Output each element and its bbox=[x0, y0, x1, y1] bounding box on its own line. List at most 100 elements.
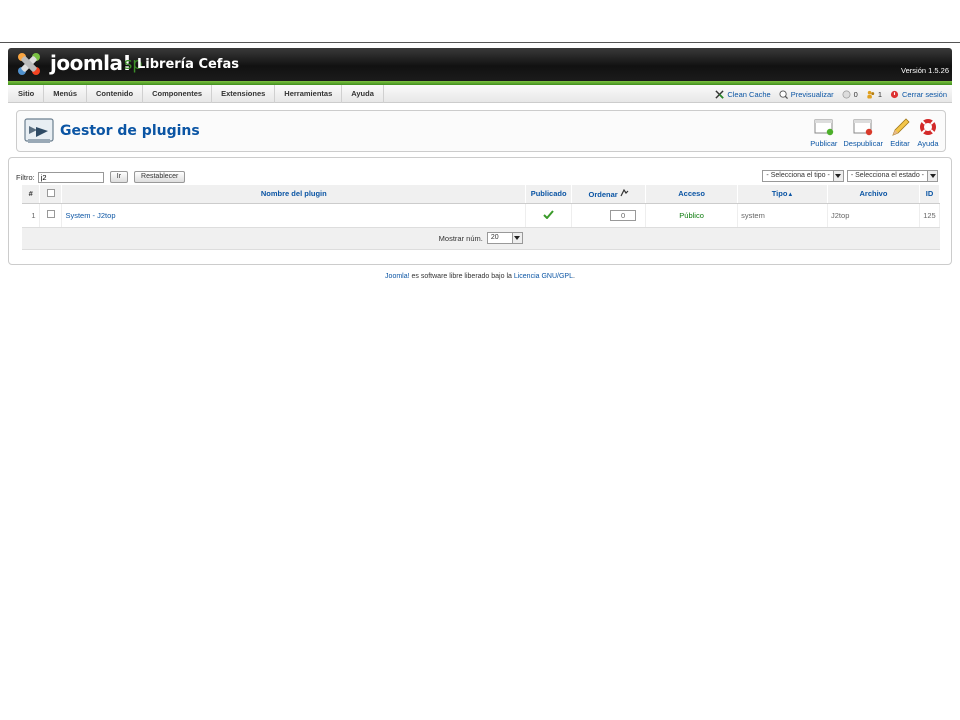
save-order-icon[interactable] bbox=[620, 188, 629, 197]
row-published-cell bbox=[525, 203, 573, 228]
reset-button[interactable]: Restablecer bbox=[134, 171, 186, 183]
type-select-value: - Selecciona el tipo - bbox=[766, 172, 830, 179]
lifebuoy-icon bbox=[920, 119, 936, 135]
admin-header: joomla! sp Librería Cefas Versión 1.5.26 bbox=[8, 48, 952, 85]
help-label: Ayuda bbox=[917, 139, 939, 148]
logout-link[interactable]: Cerrar sesión bbox=[890, 90, 947, 99]
clean-cache-label: Clean Cache bbox=[727, 89, 771, 99]
page-title: Gestor de plugins bbox=[60, 123, 200, 139]
toolbar-box: Gestor de plugins Publicar Despublicar E… bbox=[16, 110, 946, 152]
order-input[interactable]: 0 bbox=[610, 209, 637, 221]
header-order-label: Ordenar bbox=[588, 189, 618, 199]
unpublish-icon bbox=[853, 119, 873, 136]
publish-icon bbox=[814, 119, 834, 136]
filter-label: Filtro: bbox=[16, 172, 35, 182]
table-row: 1 System - J2top 0 Público system J2top … bbox=[22, 203, 941, 228]
menu-item-sitio[interactable]: Sitio bbox=[8, 85, 45, 103]
published-check-icon[interactable] bbox=[543, 209, 554, 219]
messages-icon bbox=[842, 90, 851, 98]
row-name-cell: System - J2top bbox=[61, 203, 527, 228]
top-rule bbox=[0, 42, 960, 43]
menu-item-ayuda[interactable]: Ayuda bbox=[342, 85, 384, 103]
pager-select[interactable]: 20 bbox=[486, 232, 523, 244]
unpublish-label: Despublicar bbox=[843, 139, 883, 148]
broom-icon bbox=[715, 89, 725, 99]
menu-item-extensiones[interactable]: Extensiones bbox=[212, 85, 276, 103]
publish-button[interactable]: Publicar bbox=[807, 117, 840, 148]
help-button[interactable]: Ayuda bbox=[914, 117, 942, 148]
main-menu: Sitio Menús Contenido Componentes Extens… bbox=[8, 85, 384, 103]
menu-item-menus[interactable]: Menús bbox=[44, 85, 88, 103]
main-menu-bar: Sitio Menús Contenido Componentes Extens… bbox=[8, 85, 952, 103]
pagination-cell: Mostrar núm. 20 bbox=[22, 227, 940, 250]
edit-label: Editar bbox=[890, 139, 910, 148]
header-name[interactable]: Nombre del plugin bbox=[61, 185, 527, 204]
magnifier-icon bbox=[779, 89, 788, 99]
users-count: 1 bbox=[877, 89, 882, 99]
joomla-link[interactable]: Joomla! bbox=[385, 273, 410, 280]
chevron-down-icon bbox=[927, 171, 937, 181]
messages-count: 0 bbox=[853, 89, 858, 99]
header-id[interactable]: ID bbox=[919, 185, 941, 204]
pager-label: Mostrar núm. bbox=[438, 233, 483, 243]
license-link[interactable]: Licencia GNU/GPL bbox=[514, 273, 573, 280]
go-button[interactable]: Ir bbox=[109, 171, 129, 183]
joomla-brand: joomla! bbox=[50, 51, 132, 75]
pagination-row: Mostrar núm. 20 bbox=[22, 227, 940, 250]
type-select[interactable]: - Selecciona el tipo - bbox=[762, 170, 844, 182]
state-select[interactable]: - Selecciona el estado - bbox=[846, 170, 938, 182]
check-all-checkbox[interactable] bbox=[46, 188, 55, 197]
header-order[interactable]: Ordenar bbox=[571, 185, 647, 204]
sort-asc-icon: ▲ bbox=[787, 192, 794, 199]
pencil-icon bbox=[892, 118, 910, 136]
plugins-table: # Nombre del plugin Publicado Ordenar Ac… bbox=[22, 185, 941, 250]
pager-value: 20 bbox=[490, 234, 499, 241]
pager: Mostrar núm. 20 bbox=[439, 232, 523, 244]
menu-item-herramientas[interactable]: Herramientas bbox=[275, 85, 343, 103]
page-footer: Joomla! es software libre liberado bajo … bbox=[0, 273, 960, 280]
messages-indicator[interactable]: 0 bbox=[842, 90, 858, 99]
access-link[interactable]: Público bbox=[679, 211, 704, 220]
power-icon bbox=[890, 90, 899, 98]
menu-item-contenido[interactable]: Contenido bbox=[87, 85, 144, 103]
clean-cache-link[interactable]: Clean Cache bbox=[715, 89, 771, 99]
header-type[interactable]: Tipo▲ bbox=[737, 185, 829, 204]
state-select-value: - Selecciona el estado - bbox=[850, 172, 924, 179]
header-file[interactable]: Archivo bbox=[827, 185, 920, 204]
row-num: 1 bbox=[22, 203, 41, 228]
footer-text: es software libre liberado bajo la bbox=[409, 273, 514, 280]
unpublish-button[interactable]: Despublicar bbox=[840, 117, 886, 148]
preview-label: Previsualizar bbox=[790, 89, 834, 99]
version-label: Versión 1.5.26 bbox=[901, 66, 949, 75]
logout-label: Cerrar sesión bbox=[901, 89, 947, 99]
menu-item-componentes[interactable]: Componentes bbox=[143, 85, 213, 103]
footer-end: . bbox=[572, 273, 575, 280]
filter-bar: Filtro: Ir Restablecer bbox=[16, 171, 186, 183]
header-type-label: Tipo bbox=[771, 189, 788, 199]
row-order-cell: 0 bbox=[571, 203, 647, 228]
users-indicator[interactable]: 1 bbox=[866, 90, 882, 99]
header-access[interactable]: Acceso bbox=[645, 185, 739, 204]
publish-label: Publicar bbox=[810, 139, 838, 148]
plugin-manager-icon bbox=[24, 118, 54, 143]
filter-selects: - Selecciona el tipo - - Selecciona el e… bbox=[762, 170, 938, 182]
toolbar-buttons: Publicar Despublicar Editar Ayuda bbox=[807, 117, 942, 148]
row-checkbox-cell bbox=[39, 203, 63, 228]
edit-button[interactable]: Editar bbox=[886, 117, 914, 148]
row-type: system bbox=[737, 203, 829, 228]
filter-input[interactable] bbox=[37, 171, 104, 183]
chevron-down-icon bbox=[832, 171, 843, 181]
row-checkbox[interactable] bbox=[46, 210, 55, 218]
header-published[interactable]: Publicado bbox=[525, 185, 573, 204]
status-area: Clean Cache Previsualizar 0 1 Cerrar ses… bbox=[715, 85, 947, 103]
header-num: # bbox=[22, 185, 41, 204]
site-name: Librería Cefas bbox=[137, 57, 239, 72]
row-file: J2top bbox=[827, 203, 920, 228]
plugin-name-link[interactable]: System - J2top bbox=[65, 211, 115, 220]
row-access-cell: Público bbox=[645, 203, 739, 228]
preview-link[interactable]: Previsualizar bbox=[779, 90, 834, 99]
row-id: 125 bbox=[919, 203, 941, 228]
chevron-down-icon bbox=[511, 233, 522, 243]
header-checkall bbox=[39, 185, 63, 204]
joomla-logo-icon bbox=[18, 53, 40, 75]
